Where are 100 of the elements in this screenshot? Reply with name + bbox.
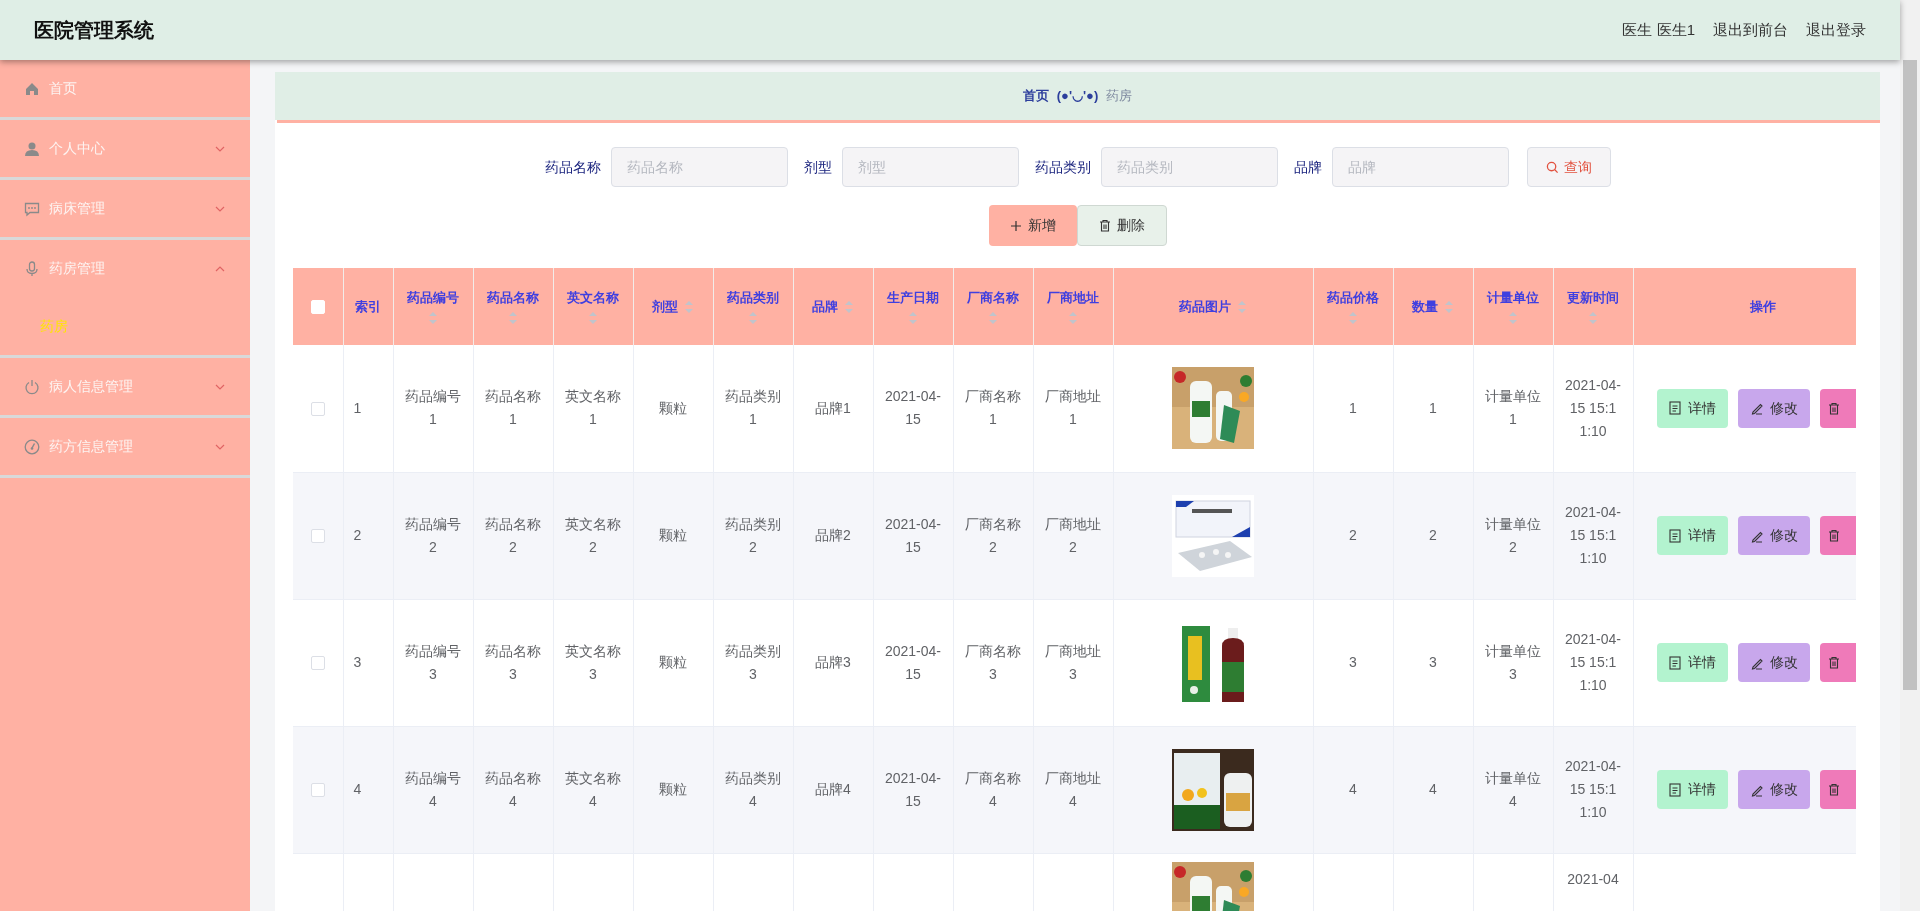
- table-cell: 2021-04-15: [884, 388, 941, 428]
- column-header: 剂型: [652, 297, 678, 316]
- column-header: 英文名称: [567, 288, 619, 307]
- details-button[interactable]: 详情: [1656, 516, 1729, 555]
- table-cell: 颗粒: [659, 527, 687, 543]
- trash-icon: [1828, 529, 1841, 542]
- edit-button[interactable]: 修改: [1738, 388, 1811, 428]
- table-cell: 品牌2: [815, 527, 851, 543]
- breadcrumb-link[interactable]: 首页: [1022, 86, 1049, 106]
- table-cell: 品牌4: [815, 781, 851, 797]
- table-cell: 药品类别4: [725, 769, 781, 809]
- search-icon: [1545, 160, 1559, 174]
- table-cell: 2021-04: [1567, 870, 1619, 887]
- edit-button[interactable]: 修改: [1738, 516, 1811, 555]
- table-cell: 2021-04-15 15:11:10: [1564, 504, 1621, 566]
- breadcrumb-current: 药房: [1106, 87, 1133, 106]
- table-cell: 药品名称2: [485, 515, 541, 555]
- sidebar-label: 首页: [49, 79, 78, 98]
- user-name: 医生 医生1: [1622, 19, 1695, 40]
- table-cell: 药品编号4: [405, 769, 461, 809]
- field-label: 药品名称: [544, 157, 601, 177]
- sidebar-label: 药房管理: [49, 259, 106, 278]
- table-cell: 品牌3: [815, 654, 851, 670]
- document-icon: [1668, 655, 1683, 670]
- input-field[interactable]: 剂型: [841, 147, 1019, 187]
- checkbox[interactable]: [310, 656, 325, 671]
- column-header: 药品名称: [487, 288, 539, 307]
- scrollbar[interactable]: [1900, 0, 1920, 911]
- input-field[interactable]: 药品类别: [1100, 147, 1278, 187]
- search-button[interactable]: 查询: [1526, 147, 1611, 187]
- pencil-icon: [1750, 401, 1765, 416]
- table-cell: 英文名称2: [565, 515, 621, 555]
- input-field[interactable]: 药品名称: [610, 147, 788, 187]
- delete-button[interactable]: 删除: [1076, 205, 1167, 246]
- column-header: 生产日期: [887, 288, 939, 307]
- table-cell: 厂商名称1: [965, 388, 1021, 428]
- column-header: 品牌: [812, 297, 838, 316]
- home-icon: [24, 80, 40, 97]
- microphone-icon: [24, 260, 40, 277]
- column-header: 操作: [1750, 297, 1776, 316]
- table-cell: 3: [353, 654, 362, 670]
- chat-icon: [24, 200, 40, 217]
- table-cell: 1: [1429, 399, 1437, 416]
- table-cell: 2021-04-15: [884, 642, 941, 682]
- table-cell: 英文名称4: [565, 769, 621, 809]
- column-header: 厂商地址: [1047, 288, 1099, 307]
- checkbox[interactable]: [310, 529, 325, 544]
- table-cell: 厂商地址1: [1045, 388, 1101, 428]
- edit-button[interactable]: 修改: [1738, 643, 1811, 682]
- field-label: 剂型: [803, 157, 832, 177]
- table-cell: 1: [353, 399, 362, 416]
- input-field[interactable]: 品牌: [1331, 147, 1509, 187]
- details-button[interactable]: 详情: [1656, 388, 1729, 428]
- column-header: 药品图片: [1179, 297, 1231, 316]
- table-cell: 4: [353, 781, 362, 797]
- checkbox[interactable]: [310, 783, 325, 798]
- user-icon: [24, 140, 40, 157]
- plus-icon: [1009, 219, 1022, 232]
- checkbox[interactable]: [310, 402, 325, 417]
- table-cell: 计量单位2: [1485, 515, 1541, 555]
- table-cell: 2: [1429, 527, 1437, 543]
- table-cell: 4: [1349, 781, 1357, 797]
- table-cell: 药品编号3: [405, 642, 461, 682]
- field-label: 药品类别: [1034, 157, 1091, 177]
- table-cell: 2021-04-15: [884, 769, 941, 809]
- add-button[interactable]: 新增: [988, 205, 1077, 246]
- table-cell: 2021-04-15 15:11:10: [1564, 631, 1621, 693]
- table-cell: 3: [1429, 654, 1437, 670]
- scrollbar-thumb[interactable]: [1903, 60, 1917, 690]
- table-cell: 厂商地址2: [1045, 515, 1101, 555]
- header-link[interactable]: 退出到前台: [1713, 18, 1788, 42]
- table-cell: 药品名称4: [485, 769, 541, 809]
- table-cell: 1: [1349, 399, 1357, 416]
- trash-icon: [1828, 656, 1841, 669]
- table-cell: 计量单位3: [1485, 642, 1541, 682]
- table-cell: 2: [1349, 527, 1357, 543]
- table-cell: 3: [1349, 654, 1357, 670]
- table-cell: 厂商名称3: [965, 642, 1021, 682]
- column-header: 计量单位: [1487, 288, 1539, 307]
- gauge-icon: [24, 438, 40, 455]
- breadcrumb-separator: (●'◡'●): [1056, 87, 1099, 106]
- power-icon: [24, 378, 40, 395]
- table-cell: 4: [1429, 781, 1437, 797]
- column-header: 更新时间: [1567, 288, 1619, 307]
- table-cell: 2021-04-15 15:11:10: [1564, 376, 1621, 439]
- details-button[interactable]: 详情: [1656, 770, 1729, 809]
- table-cell: 药品编号1: [405, 388, 461, 428]
- table-cell: 计量单位1: [1485, 388, 1541, 428]
- document-icon: [1668, 401, 1683, 416]
- edit-button[interactable]: 修改: [1738, 770, 1811, 809]
- table-cell: 英文名称1: [565, 388, 621, 428]
- document-icon: [1668, 528, 1683, 543]
- sidebar-label: 药方信息管理: [49, 437, 134, 456]
- column-header: 药品编号: [407, 288, 459, 307]
- column-header: 索引: [355, 297, 381, 316]
- header-link[interactable]: 退出登录: [1806, 18, 1866, 42]
- details-button[interactable]: 详情: [1656, 643, 1729, 682]
- table-cell: 厂商地址4: [1045, 769, 1101, 809]
- column-header: 药品类别: [727, 288, 779, 307]
- table-cell: 厂商名称4: [965, 769, 1021, 809]
